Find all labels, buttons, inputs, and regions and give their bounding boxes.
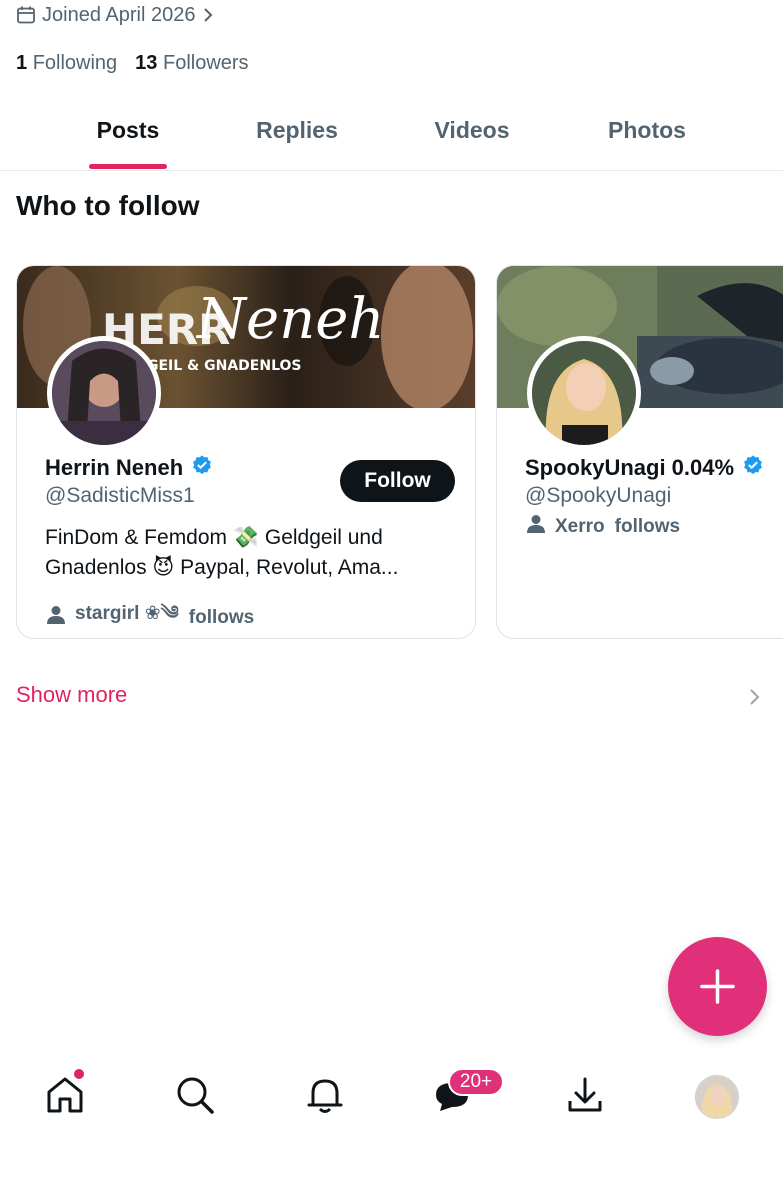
show-more-link[interactable]: Show more bbox=[16, 682, 127, 708]
home-notification-dot bbox=[74, 1069, 84, 1079]
avatar[interactable] bbox=[527, 336, 641, 450]
profile-tabs: Posts Replies Videos Photos bbox=[0, 100, 783, 171]
follows-suffix: follows bbox=[188, 607, 255, 628]
following-label: Following bbox=[32, 52, 118, 74]
tab-posts[interactable]: Posts bbox=[78, 100, 178, 170]
chevron-right-icon[interactable] bbox=[748, 686, 762, 713]
bio-line: Gnadenlos 😈 Paypal, Revolut, Ama... bbox=[45, 556, 399, 579]
handle: @SadisticMiss1 bbox=[45, 484, 195, 507]
follows-suffix: follows bbox=[614, 516, 681, 537]
verified-badge-icon bbox=[742, 454, 764, 482]
messages-badge: 20+ bbox=[448, 1068, 504, 1096]
person-icon bbox=[527, 514, 545, 540]
follow-counts: 1 Following 13 Followers bbox=[16, 52, 249, 75]
following-link[interactable]: 1 Following bbox=[16, 52, 117, 75]
followers-link[interactable]: 13 Followers bbox=[135, 52, 248, 75]
suggestion-card[interactable]: HERR Neneh GEIL & GNADENLOS Herrin Neneh… bbox=[16, 265, 476, 639]
card-name-row[interactable]: Herrin Neneh bbox=[45, 454, 213, 482]
bio-line: FinDom & Femdom 💸 Geldgeil und bbox=[45, 526, 383, 549]
display-name: SpookyUnagi 0.04% bbox=[525, 455, 735, 480]
banner-script-text: Neneh bbox=[195, 287, 384, 352]
download-icon[interactable] bbox=[565, 1075, 605, 1120]
chevron-right-icon bbox=[201, 6, 215, 24]
bio: FinDom & Femdom 💸 Geldgeil und Gnadenlos… bbox=[45, 523, 460, 583]
tab-replies[interactable]: Replies bbox=[240, 100, 354, 170]
profile-avatar[interactable] bbox=[695, 1075, 739, 1119]
tab-videos[interactable]: Videos bbox=[415, 100, 529, 170]
followers-label: Followers bbox=[162, 52, 249, 74]
who-to-follow-heading: Who to follow bbox=[16, 190, 200, 221]
person-icon bbox=[47, 605, 65, 631]
verified-badge-icon bbox=[191, 454, 213, 482]
calendar-icon bbox=[16, 5, 36, 25]
compose-button[interactable] bbox=[668, 937, 767, 1036]
active-tab-indicator bbox=[89, 164, 167, 169]
joined-text: Joined April 2026 bbox=[42, 3, 196, 26]
following-count: 1 bbox=[16, 52, 28, 74]
joined-date-row[interactable]: Joined April 2026 bbox=[16, 0, 215, 30]
handle: @SpookyUnagi bbox=[525, 484, 672, 507]
follow-button[interactable]: Follow bbox=[340, 460, 455, 502]
search-icon[interactable] bbox=[175, 1075, 215, 1120]
suggestion-card[interactable]: SpookyUnagi 0.04% @SpookyUnagi Xerro fol… bbox=[496, 265, 783, 639]
mutual-follows: stargirl ❀༄ follows bbox=[47, 591, 255, 638]
mutual-follows: Xerro follows bbox=[527, 514, 680, 540]
tab-photos[interactable]: Photos bbox=[590, 100, 704, 170]
bell-icon[interactable] bbox=[305, 1075, 345, 1120]
home-icon[interactable] bbox=[45, 1075, 85, 1120]
banner-caption-text: GEIL & GNADENLOS bbox=[147, 358, 302, 374]
card-name-row[interactable]: SpookyUnagi 0.04% bbox=[525, 454, 764, 482]
followers-count: 13 bbox=[135, 52, 158, 74]
mutual-follower-name: Xerro bbox=[555, 516, 605, 537]
avatar[interactable] bbox=[47, 336, 161, 450]
display-name: Herrin Neneh bbox=[45, 455, 184, 480]
mutual-follower-name: stargirl ❀༄ bbox=[75, 603, 179, 624]
